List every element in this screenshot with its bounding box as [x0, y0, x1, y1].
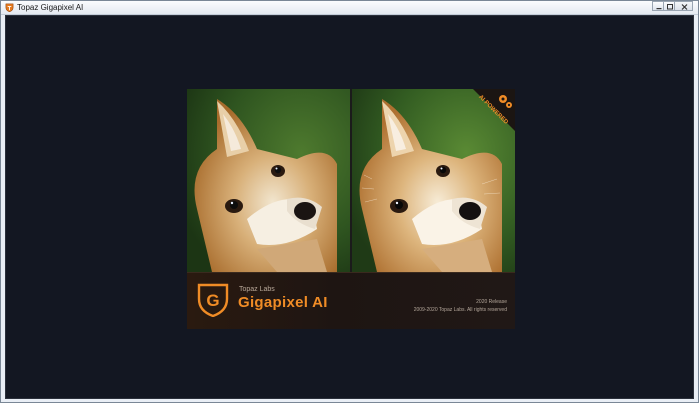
company-name: Topaz Labs — [239, 286, 275, 293]
fox-photo-before — [187, 89, 350, 272]
window-title: Topaz Gigapixel AI — [17, 3, 84, 12]
main-canvas: AI POWERED G Topaz Labs Gigapixel AI 202… — [5, 15, 694, 399]
topaz-logo-icon — [5, 3, 14, 12]
svg-text:G: G — [206, 291, 219, 310]
copyright-label: 2009-2020 Topaz Labs. All rights reserve… — [413, 307, 507, 313]
ai-powered-badge: AI POWERED — [463, 89, 515, 141]
app-window: Topaz Gigapixel AI AI POWERED G Topaz La… — [0, 0, 699, 403]
product-name: Gigapixel AI — [238, 294, 328, 311]
splash-banner: G Topaz Labs Gigapixel AI 2020 Release 2… — [187, 272, 515, 329]
title-bar[interactable]: Topaz Gigapixel AI — [1, 1, 698, 15]
splash-screen: AI POWERED G Topaz Labs Gigapixel AI 202… — [187, 89, 515, 329]
gigapixel-logo-icon: G — [197, 283, 229, 317]
release-label: 2020 Release — [476, 299, 507, 305]
window-controls — [652, 1, 693, 13]
close-icon — [681, 4, 688, 10]
close-button[interactable] — [674, 1, 693, 11]
